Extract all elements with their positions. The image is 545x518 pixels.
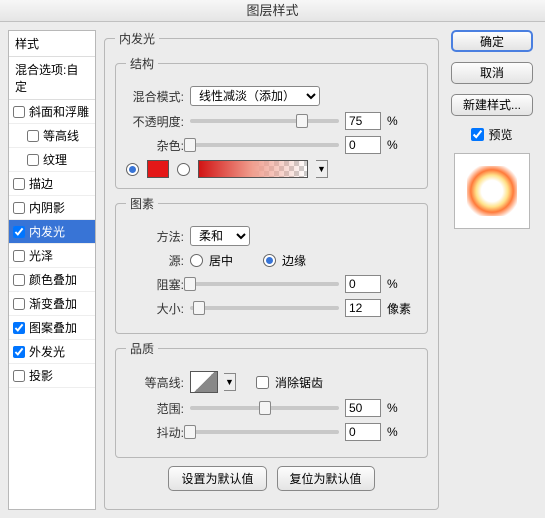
preview-thumbnail — [454, 153, 530, 229]
antialias-label: 消除锯齿 — [275, 374, 323, 391]
color-radio[interactable] — [126, 163, 139, 176]
method-label: 方法: — [126, 228, 184, 245]
choke-unit: % — [387, 277, 417, 291]
ok-button[interactable]: 确定 — [451, 30, 533, 52]
source-center-radio[interactable] — [190, 254, 203, 267]
method-select[interactable]: 柔和 — [190, 226, 250, 246]
checkbox-color-overlay[interactable] — [13, 274, 25, 286]
checkbox-inner-glow[interactable] — [13, 226, 25, 238]
noise-slider[interactable] — [190, 143, 339, 147]
sidebar-item-bevel[interactable]: 斜面和浮雕 — [9, 100, 95, 124]
choke-input[interactable]: 0 — [345, 275, 381, 293]
make-default-button[interactable]: 设置为默认值 — [168, 466, 266, 491]
antialias-checkbox[interactable] — [256, 376, 269, 389]
color-swatch[interactable] — [147, 160, 169, 178]
checkbox-outer-glow[interactable] — [13, 346, 25, 358]
contour-swatch[interactable] — [190, 371, 218, 393]
source-center-label: 居中 — [209, 252, 233, 269]
blend-mode-label: 混合模式: — [126, 88, 184, 105]
choke-slider[interactable] — [190, 282, 339, 286]
choke-label: 阻塞: — [126, 276, 184, 293]
sidebar-item-pattern-overlay[interactable]: 图案叠加 — [9, 316, 95, 340]
opacity-input[interactable]: 75 — [345, 112, 381, 130]
contour-label: 等高线: — [126, 374, 184, 391]
size-slider[interactable] — [190, 306, 339, 310]
checkbox-drop-shadow[interactable] — [13, 370, 25, 382]
source-edge-radio[interactable] — [263, 254, 276, 267]
sidebar-item-outer-glow[interactable]: 外发光 — [9, 340, 95, 364]
sidebar-item-inner-shadow[interactable]: 内阴影 — [9, 196, 95, 220]
elements-group: 图素 方法: 柔和 源: 居中 边缘 阻塞: — [115, 195, 428, 334]
sidebar-item-texture[interactable]: 纹理 — [9, 148, 95, 172]
styles-sidebar: 样式 混合选项:自定 斜面和浮雕 等高线 纹理 描边 内阴影 内发光 光泽 颜色… — [8, 30, 96, 510]
source-edge-label: 边缘 — [282, 252, 306, 269]
checkbox-pattern-overlay[interactable] — [13, 322, 25, 334]
blend-mode-select[interactable]: 线性减淡（添加） — [190, 86, 320, 106]
sidebar-item-contour[interactable]: 等高线 — [9, 124, 95, 148]
inner-glow-panel: 内发光 结构 混合模式: 线性减淡（添加） 不透明度: 75 % 杂色: — [104, 30, 439, 510]
sidebar-item-color-overlay[interactable]: 颜色叠加 — [9, 268, 95, 292]
sidebar-item-inner-glow[interactable]: 内发光 — [9, 220, 95, 244]
range-input[interactable]: 50 — [345, 399, 381, 417]
sidebar-item-satin[interactable]: 光泽 — [9, 244, 95, 268]
jitter-slider[interactable] — [190, 430, 339, 434]
jitter-label: 抖动: — [126, 424, 184, 441]
preview-glow-icon — [467, 166, 517, 216]
noise-input[interactable]: 0 — [345, 136, 381, 154]
checkbox-texture[interactable] — [27, 154, 39, 166]
elements-legend: 图素 — [126, 195, 158, 212]
checkbox-stroke[interactable] — [13, 178, 25, 190]
sidebar-styles-header[interactable]: 样式 — [9, 31, 95, 57]
opacity-label: 不透明度: — [126, 113, 184, 130]
structure-group: 结构 混合模式: 线性减淡（添加） 不透明度: 75 % 杂色: 0 — [115, 55, 428, 189]
gradient-dropdown-icon[interactable]: ▼ — [316, 160, 328, 178]
contour-dropdown-icon[interactable]: ▼ — [224, 373, 236, 391]
jitter-input[interactable]: 0 — [345, 423, 381, 441]
checkbox-inner-shadow[interactable] — [13, 202, 25, 214]
preview-label: 预览 — [488, 126, 512, 143]
noise-label: 杂色: — [126, 137, 184, 154]
quality-legend: 品质 — [126, 340, 158, 357]
sidebar-item-gradient-overlay[interactable]: 渐变叠加 — [9, 292, 95, 316]
checkbox-satin[interactable] — [13, 250, 25, 262]
structure-legend: 结构 — [126, 55, 158, 72]
gradient-radio[interactable] — [177, 163, 190, 176]
sidebar-item-stroke[interactable]: 描边 — [9, 172, 95, 196]
checkbox-gradient-overlay[interactable] — [13, 298, 25, 310]
opacity-unit: % — [387, 114, 417, 128]
reset-default-button[interactable]: 复位为默认值 — [277, 466, 375, 491]
noise-unit: % — [387, 138, 417, 152]
checkbox-contour[interactable] — [27, 130, 39, 142]
size-label: 大小: — [126, 300, 184, 317]
source-label: 源: — [126, 252, 184, 269]
jitter-unit: % — [387, 425, 417, 439]
size-input[interactable]: 12 — [345, 299, 381, 317]
range-slider[interactable] — [190, 406, 339, 410]
sidebar-item-drop-shadow[interactable]: 投影 — [9, 364, 95, 388]
range-unit: % — [387, 401, 417, 415]
sidebar-blend-options[interactable]: 混合选项:自定 — [9, 57, 95, 100]
size-unit: 像素 — [387, 300, 417, 317]
cancel-button[interactable]: 取消 — [451, 62, 533, 84]
preview-checkbox[interactable] — [471, 128, 484, 141]
gradient-swatch[interactable] — [198, 160, 308, 178]
quality-group: 品质 等高线: ▼ 消除锯齿 范围: 50 % — [115, 340, 428, 458]
new-style-button[interactable]: 新建样式... — [451, 94, 533, 116]
checkbox-bevel[interactable] — [13, 106, 25, 118]
range-label: 范围: — [126, 400, 184, 417]
dialog-title: 图层样式 — [0, 0, 545, 22]
panel-title: 内发光 — [115, 30, 159, 47]
opacity-slider[interactable] — [190, 119, 339, 123]
